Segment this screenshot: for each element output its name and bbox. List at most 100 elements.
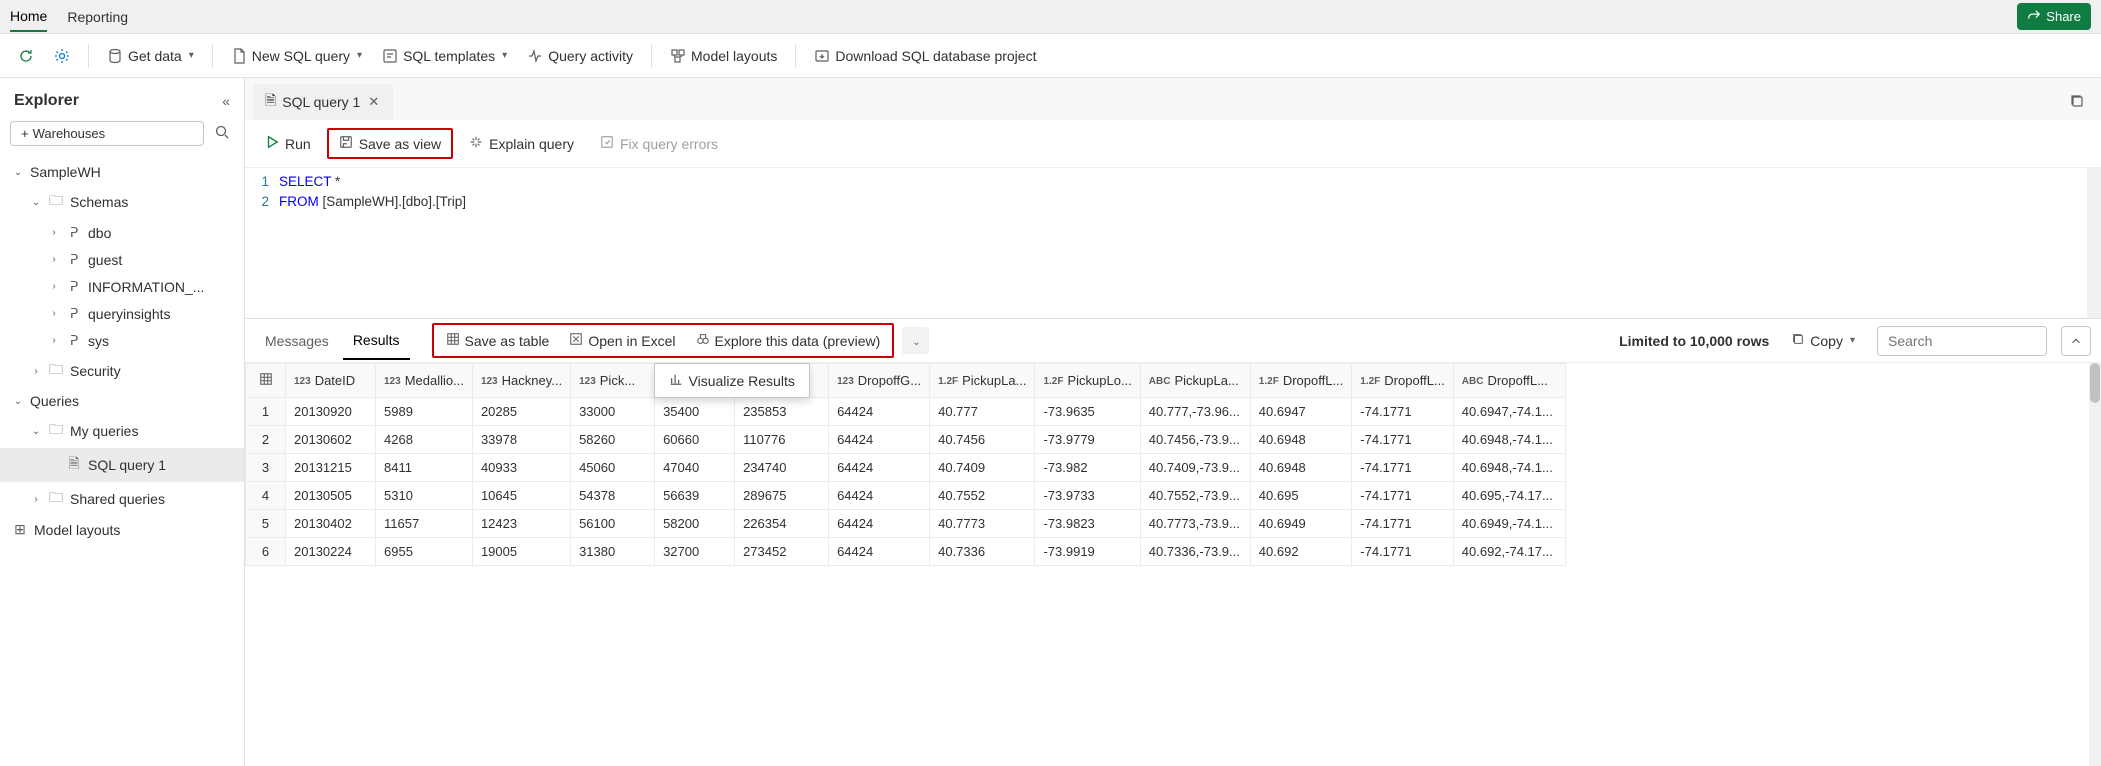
column-header[interactable]: 123Hackney... [472, 364, 570, 398]
column-header[interactable]: 1.2FDropoffL... [1352, 364, 1453, 398]
cell[interactable]: -73.9779 [1035, 426, 1140, 454]
cell[interactable]: 40.6949 [1250, 510, 1351, 538]
close-tab-icon[interactable]: ✕ [366, 94, 381, 110]
expand-results-button[interactable] [2061, 326, 2091, 356]
results-vertical-scrollbar[interactable] [2089, 363, 2101, 766]
open-in-excel-button[interactable]: Open in Excel [561, 327, 683, 354]
cell[interactable]: -74.1771 [1352, 454, 1453, 482]
cell[interactable]: 40.777,-73.96... [1140, 398, 1250, 426]
cell[interactable]: 60660 [655, 426, 735, 454]
cell[interactable]: 58200 [655, 510, 735, 538]
cell[interactable]: 32700 [655, 538, 735, 566]
cell[interactable]: 20130602 [286, 426, 376, 454]
cell[interactable]: 234740 [735, 454, 829, 482]
messages-tab[interactable]: Messages [255, 323, 339, 359]
sql-editor[interactable]: 1SELECT * 2FROM [SampleWH].[dbo].[Trip] [245, 168, 2101, 318]
cell[interactable]: -74.1771 [1352, 398, 1453, 426]
table-row[interactable]: 1201309205989202853300035400235853644244… [246, 398, 1566, 426]
tree-my-queries[interactable]: ⌄🗀My queries [0, 414, 244, 448]
cell[interactable]: 235853 [735, 398, 829, 426]
model-layouts-button[interactable]: Model layouts [662, 43, 785, 69]
query-activity-button[interactable]: Query activity [519, 43, 641, 69]
tree-sql-query-1[interactable]: 🗎SQL query 1 [0, 448, 244, 482]
results-grid[interactable]: 123DateID123Medallio...123Hackney...123P… [245, 363, 2101, 766]
tree-warehouse[interactable]: ⌄SampleWH [0, 159, 244, 185]
cell[interactable]: 40.6947 [1250, 398, 1351, 426]
cell[interactable]: 40.7409 [930, 454, 1035, 482]
save-as-table-button[interactable]: Save as table [438, 327, 558, 354]
explain-query-button[interactable]: Explain query [459, 130, 584, 157]
collapse-panel-icon[interactable]: « [222, 93, 230, 109]
cell[interactable]: 35400 [655, 398, 735, 426]
cell[interactable]: 20285 [472, 398, 570, 426]
cell[interactable]: 56639 [655, 482, 735, 510]
cell[interactable]: 20130402 [286, 510, 376, 538]
cell[interactable]: 40.7773 [930, 510, 1035, 538]
cell[interactable]: -74.1771 [1352, 426, 1453, 454]
editor-minimap[interactable] [2087, 168, 2101, 318]
cell[interactable]: 54378 [571, 482, 655, 510]
column-header[interactable]: ABCDropoffL... [1453, 364, 1565, 398]
table-row[interactable]: 2201306024268339785826060660110776644244… [246, 426, 1566, 454]
cell[interactable]: 40.6948 [1250, 454, 1351, 482]
tree-queries[interactable]: ⌄Queries [0, 388, 244, 414]
cell[interactable]: 40.695 [1250, 482, 1351, 510]
cell[interactable]: 40.777 [930, 398, 1035, 426]
cell[interactable]: 64424 [829, 398, 930, 426]
cell[interactable]: 5989 [376, 398, 473, 426]
cell[interactable]: 40.7456,-73.9... [1140, 426, 1250, 454]
cell[interactable]: 31380 [571, 538, 655, 566]
tree-schema-queryinsights[interactable]: ›ᕈqueryinsights [0, 300, 244, 327]
share-button[interactable]: Share [2017, 3, 2091, 30]
cell[interactable]: 64424 [829, 538, 930, 566]
refresh-button[interactable] [10, 43, 42, 69]
cell[interactable]: 40.6948,-74.1... [1453, 426, 1565, 454]
cell[interactable]: 20130505 [286, 482, 376, 510]
cell[interactable]: 226354 [735, 510, 829, 538]
cell[interactable]: 4268 [376, 426, 473, 454]
tree-security[interactable]: ›🗀Security [0, 354, 244, 388]
sql-templates-button[interactable]: SQL templates▾ [374, 43, 515, 69]
nav-home[interactable]: Home [10, 2, 47, 32]
settings-button[interactable] [46, 43, 78, 69]
column-header[interactable]: 1.2FPickupLa... [930, 364, 1035, 398]
cell[interactable]: 12423 [472, 510, 570, 538]
cell[interactable]: 40.6948,-74.1... [1453, 454, 1565, 482]
cell[interactable]: 40.6948 [1250, 426, 1351, 454]
cell[interactable]: -74.1771 [1352, 482, 1453, 510]
download-project-button[interactable]: Download SQL database project [806, 43, 1044, 69]
cell[interactable]: 58260 [571, 426, 655, 454]
tree-schema-information[interactable]: ›ᕈINFORMATION_... [0, 273, 244, 300]
explorer-search-button[interactable] [210, 120, 234, 147]
cell[interactable]: -74.1771 [1352, 538, 1453, 566]
run-button[interactable]: Run [255, 130, 321, 157]
cell[interactable]: 289675 [735, 482, 829, 510]
cell[interactable]: 33978 [472, 426, 570, 454]
results-search-input[interactable] [1877, 326, 2047, 356]
tree-schema-sys[interactable]: ›ᕈsys [0, 327, 244, 354]
column-header[interactable]: 123Pick... [571, 364, 655, 398]
cell[interactable]: -74.1771 [1352, 510, 1453, 538]
cell[interactable]: 64424 [829, 510, 930, 538]
cell[interactable]: 40933 [472, 454, 570, 482]
cell[interactable]: 40.7336,-73.9... [1140, 538, 1250, 566]
cell[interactable]: 11657 [376, 510, 473, 538]
cell[interactable]: 20130920 [286, 398, 376, 426]
get-data-button[interactable]: Get data▾ [99, 43, 202, 69]
cell[interactable]: 40.6949,-74.1... [1453, 510, 1565, 538]
cell[interactable]: 40.6947,-74.1... [1453, 398, 1565, 426]
cell[interactable]: 40.7552,-73.9... [1140, 482, 1250, 510]
cell[interactable]: 20130224 [286, 538, 376, 566]
tree-schema-guest[interactable]: ›ᕈguest [0, 246, 244, 273]
cell[interactable]: 6955 [376, 538, 473, 566]
column-header[interactable]: 123DateID [286, 364, 376, 398]
tree-schemas[interactable]: ⌄🗀Schemas [0, 185, 244, 219]
column-header[interactable]: 123DropoffG... [829, 364, 930, 398]
table-row[interactable]: 4201305055310106455437856639289675644244… [246, 482, 1566, 510]
tree-model-layouts[interactable]: ⊞Model layouts [0, 516, 244, 543]
cell[interactable]: -73.9823 [1035, 510, 1140, 538]
cell[interactable]: 40.692,-74.17... [1453, 538, 1565, 566]
save-as-view-button[interactable]: Save as view [327, 128, 453, 159]
cell[interactable]: 19005 [472, 538, 570, 566]
cell[interactable]: -73.9733 [1035, 482, 1140, 510]
